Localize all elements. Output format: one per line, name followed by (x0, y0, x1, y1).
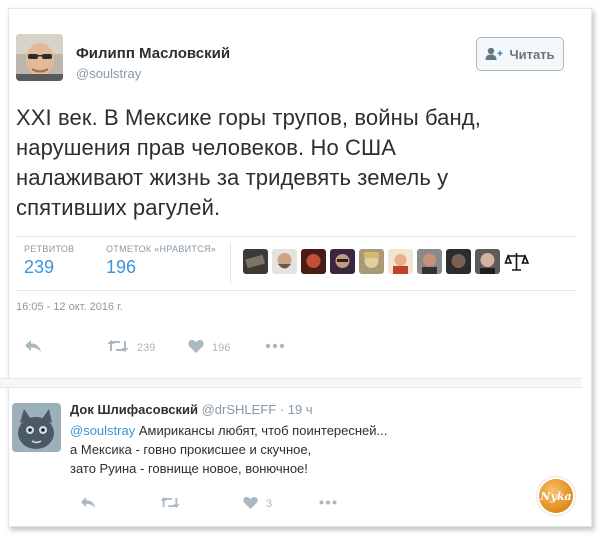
more-button[interactable] (265, 339, 285, 356)
likes-count[interactable]: 196 (106, 257, 136, 278)
reply-mention-link[interactable]: @soulstray (70, 423, 135, 438)
follow-button[interactable]: Читать (476, 37, 564, 71)
more-dots-icon (318, 496, 338, 512)
reply-like-count: 3 (266, 498, 273, 510)
reply-like-button[interactable]: 3 (243, 496, 272, 512)
stats-vertical-divider (230, 242, 231, 284)
tweet-line: спятивших рагулей. (16, 195, 221, 220)
reply-text: @soulstray Амириканcы любят, чтоб поинте… (70, 421, 530, 478)
retweets-count[interactable]: 239 (24, 257, 54, 278)
author-username[interactable]: @soulstray (76, 66, 141, 81)
reply-icon (80, 496, 96, 512)
heart-icon (243, 496, 258, 512)
reply-button[interactable] (24, 339, 42, 356)
liker-avatar[interactable] (388, 249, 413, 274)
reply-time[interactable]: 19 ч (288, 402, 313, 417)
reply-line: зато Руина - говнище новое, вонючное! (70, 461, 308, 476)
retweet-icon (160, 496, 180, 512)
liker-avatar[interactable] (330, 249, 355, 274)
stats-divider-bottom (16, 290, 576, 291)
reply-line: а Мексика - говно прокисшее и скучное, (70, 442, 312, 457)
reply-line: @soulstray Амириканcы любят, чтоб поинте… (70, 421, 530, 440)
liker-avatar[interactable] (272, 249, 297, 274)
heart-icon (188, 339, 204, 356)
tweet-text: XXI век. В Мексике горы трупов, войны ба… (16, 103, 576, 223)
liker-avatar[interactable] (301, 249, 326, 274)
retweet-count: 239 (137, 341, 156, 354)
reply-display-name[interactable]: Док Шлифасовский (70, 402, 198, 417)
likes-label: ОТМЕТОК «НРАВИТСЯ» (106, 244, 217, 254)
retweet-icon (107, 339, 129, 356)
reply-author-avatar[interactable] (12, 403, 61, 452)
like-count: 196 (212, 341, 231, 354)
liker-avatar[interactable] (417, 249, 442, 274)
retweets-label: РЕТВИТОВ (24, 244, 75, 254)
reply-line-text: Амириканcы любят, чтоб поинтересней... (135, 423, 388, 438)
thread-separator (0, 378, 582, 388)
retweet-button[interactable]: 239 (107, 339, 155, 356)
liker-avatar[interactable] (475, 249, 500, 274)
reply-retweet-button[interactable] (160, 496, 180, 512)
stats-divider-top (16, 236, 576, 237)
follow-button-label: Читать (509, 46, 555, 62)
svg-text:Nyka: Nyka (539, 490, 571, 503)
author-display-name[interactable]: Филипп Масловский (76, 45, 230, 62)
more-dots-icon (265, 339, 285, 356)
scales-icon[interactable] (504, 249, 529, 274)
reply-username[interactable]: @drSHLEFF (202, 402, 277, 417)
reply-reply-button[interactable] (80, 496, 96, 512)
watermark-logo: Nyka (537, 477, 575, 515)
liker-avatar[interactable] (359, 249, 384, 274)
tweet-line: XXI век. В Мексике горы трупов, войны ба… (16, 105, 481, 130)
reply-separator: · (279, 402, 285, 417)
add-user-icon (485, 47, 503, 61)
liker-avatars (243, 249, 529, 274)
tweet-timestamp[interactable]: 16:05 - 12 окт. 2016 г. (16, 301, 123, 313)
tweet-line: налаживают жизнь за тридевять земель у (16, 165, 449, 190)
liker-avatar[interactable] (446, 249, 471, 274)
reply-header: Док Шлифасовский @drSHLEFF · 19 ч (70, 402, 313, 417)
liker-avatar[interactable] (243, 249, 268, 274)
author-avatar[interactable] (16, 34, 63, 81)
reply-icon (24, 339, 42, 356)
reply-more-button[interactable] (318, 496, 338, 512)
like-button[interactable]: 196 (188, 339, 230, 356)
tweet-line: нарушения прав человеков. Но США (16, 135, 397, 160)
